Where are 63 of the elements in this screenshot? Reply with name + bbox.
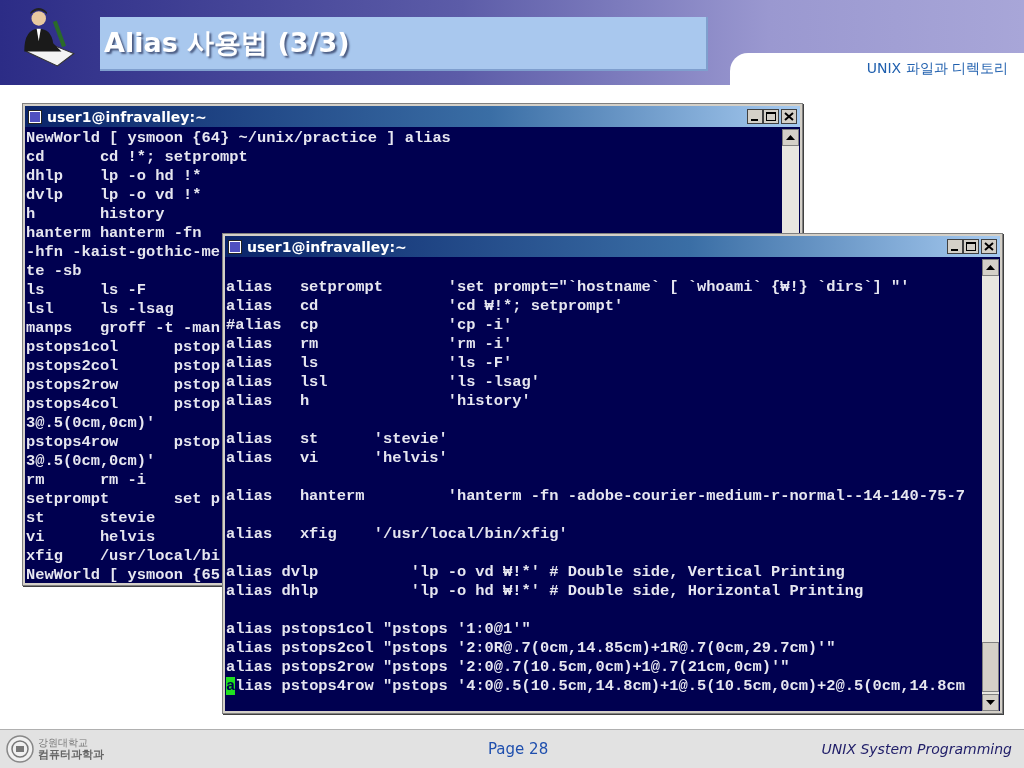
terminal-line: setprompt set p <box>26 490 220 509</box>
page-number: Page 28 <box>488 740 550 758</box>
maximize-button[interactable] <box>963 239 979 254</box>
slide-title: Alias 사용법 (3/3) <box>104 26 350 60</box>
terminal-line: pstops4col pstop <box>26 395 220 414</box>
terminal-line: alias pstops4row "pstops '4:0@.5(10.5cm,14.8cm)+1@.5(10.5cm,0cm)+2@.5(0cm,14.8cm <box>226 677 965 696</box>
terminal-line: alias pstops1col "pstops '1:0@1'" <box>226 619 531 639</box>
terminal-line: vi helvis <box>26 528 156 547</box>
terminal-line: NewWorld [ ysmoon {65 <box>26 566 220 583</box>
terminal-line: ls ls -F <box>26 281 147 300</box>
terminal-line: pstops2row pstop <box>26 376 220 395</box>
terminal-line: pstops2col pstop <box>26 357 220 376</box>
maximize-button[interactable] <box>763 109 779 124</box>
university-name: 강원대학교 <box>38 737 89 749</box>
terminal-line: pstops1col pstop <box>26 338 220 357</box>
terminal-line: 3@.5(0cm,0cm)' <box>26 414 156 433</box>
terminal-line: -hfn -kaist-gothic-me <box>26 243 220 262</box>
university-name: 컴퓨터과학과 <box>38 749 104 761</box>
terminal-line: alias setprompt 'set prompt="`hostname` [ `whoami` {₩!} `dirs`] "' <box>226 277 910 297</box>
terminal-line: alias st 'stevie' <box>226 429 448 449</box>
terminal-line: #alias cp 'cp -i' <box>226 316 513 335</box>
terminal-line: dhlp lp -o hd !* <box>26 167 202 186</box>
terminal-line: alias ls 'ls -F' <box>226 354 513 373</box>
window-title: user1@infravalley:~ <box>47 108 208 125</box>
terminal-line: alias h 'history' <box>226 392 531 411</box>
terminal-line: alias hanterm 'hanterm -fn -adobe-courier-medium-r-normal--14-140-75-7 <box>226 486 965 506</box>
terminal-line: hanterm hanterm -fn <box>26 224 202 243</box>
terminal-line: alias rm 'rm -i' <box>226 335 513 354</box>
course-title: UNIX System Programming <box>821 741 1012 757</box>
terminal-line: alias dvlp 'lp -o vd ₩!*' # Double side, Vertical Printing <box>226 562 845 582</box>
scroll-thumb[interactable] <box>982 642 999 692</box>
university-seal-icon <box>6 735 34 763</box>
minimize-button[interactable] <box>747 109 763 124</box>
terminal-line: NewWorld [ ysmoon {64} ~/unix/practice ] alias <box>26 129 451 148</box>
scroll-down-button[interactable] <box>982 694 999 711</box>
scroll-up-button[interactable] <box>982 259 999 276</box>
terminal-line: dvlp lp -o vd !* <box>26 186 202 205</box>
terminal-line: alias lsl 'ls -lsag' <box>226 373 541 392</box>
terminal-line: alias vi 'helvis' <box>226 449 448 468</box>
terminal-line: h history <box>26 205 165 224</box>
terminal-line: alias xfig '/usr/local/bin/xfig' <box>226 524 568 544</box>
terminal-line: alias pstops2col "pstops '2:0R@.7(0cm,14.85cm)+1R@.7(0cm,29.7cm)'" <box>226 639 836 658</box>
terminal-icon <box>228 239 242 254</box>
terminal-line: 3@.5(0cm,0cm)' <box>26 452 156 471</box>
terminal-line: pstops4row pstop <box>26 433 220 452</box>
section-label: UNIX 파일과 디렉토리 <box>866 60 1008 78</box>
scroll-up-button[interactable] <box>782 129 799 146</box>
window-title: user1@infravalley:~ <box>247 238 408 255</box>
terminal-line: manps groff -t -man <box>26 319 220 338</box>
minimize-button[interactable] <box>947 239 963 254</box>
close-button[interactable] <box>781 109 797 124</box>
terminal-line: rm rm -i <box>26 471 147 490</box>
terminal-line: te -sb <box>26 262 82 281</box>
terminal-line: xfig /usr/local/bi <box>26 547 220 566</box>
scrollbar[interactable] <box>982 259 999 711</box>
terminal-line: alias cd 'cd ₩!*; setprompt' <box>226 297 624 316</box>
terminal-line: alias pstops2row "pstops '2:0@.7(10.5cm,0cm)+1@.7(21cm,0cm)'" <box>226 658 790 677</box>
terminal-line: lsl ls -lsag <box>26 300 174 319</box>
terminal-line: cd cd !*; setprompt <box>26 148 248 167</box>
close-button[interactable] <box>981 239 997 254</box>
terminal-line: alias dhlp 'lp -o hd ₩!*' # Double side, Horizontal Printing <box>226 582 864 601</box>
terminal-icon <box>28 109 42 124</box>
terminal-line: st stevie <box>26 509 156 528</box>
